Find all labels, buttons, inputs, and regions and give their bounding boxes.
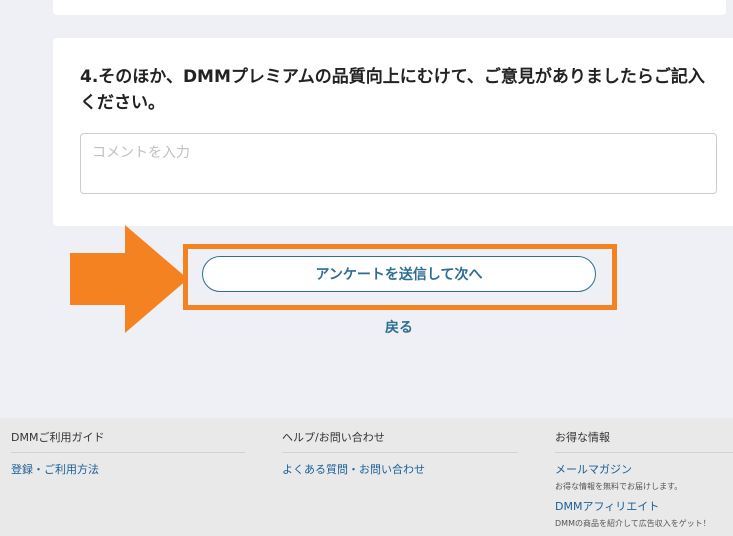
footer-link-affiliate[interactable]: DMMアフィリエイト xyxy=(555,498,733,514)
footer-heading-help: ヘルプ/お問い合わせ xyxy=(282,431,518,453)
footer-deals-column: お得な情報 メールマガジン お得な情報を無料でお届けします。 DMMアフィリエイ… xyxy=(555,431,733,529)
question-4-card: 4.そのほか、DMMプレミアムの品質向上にむけて、ご意見がありましたらご記入くだ… xyxy=(53,38,733,226)
submit-survey-button[interactable]: アンケートを送信して次へ xyxy=(202,256,596,292)
footer-heading-guide: DMMご利用ガイド xyxy=(11,431,245,453)
comment-input[interactable] xyxy=(80,133,717,194)
back-link[interactable]: 戻る xyxy=(360,317,438,337)
footer-desc-mail-magazine: お得な情報を無料でお届けします。 xyxy=(555,482,683,491)
footer-desc-affiliate: DMMの商品を紹介して広告収入をゲット！ xyxy=(555,519,711,528)
orange-arrow-annotation xyxy=(70,225,188,333)
footer-help-column: ヘルプ/お問い合わせ よくある質問・お問い合わせ xyxy=(282,431,518,477)
footer-link-mail-magazine[interactable]: メールマガジン xyxy=(555,461,733,477)
footer-link-faq[interactable]: よくある質問・お問い合わせ xyxy=(282,461,518,477)
footer-guide-column: DMMご利用ガイド 登録・ご利用方法 xyxy=(11,431,245,477)
arrow-shape xyxy=(70,225,188,333)
site-footer: DMMご利用ガイド 登録・ご利用方法 ヘルプ/お問い合わせ よくある質問・お問い… xyxy=(0,418,733,536)
footer-link-registration[interactable]: 登録・ご利用方法 xyxy=(11,461,245,477)
footer-heading-deals: お得な情報 xyxy=(555,431,733,453)
previous-question-card xyxy=(53,0,726,15)
question-4-title: 4.そのほか、DMMプレミアムの品質向上にむけて、ご意見がありましたらご記入くだ… xyxy=(80,67,705,113)
